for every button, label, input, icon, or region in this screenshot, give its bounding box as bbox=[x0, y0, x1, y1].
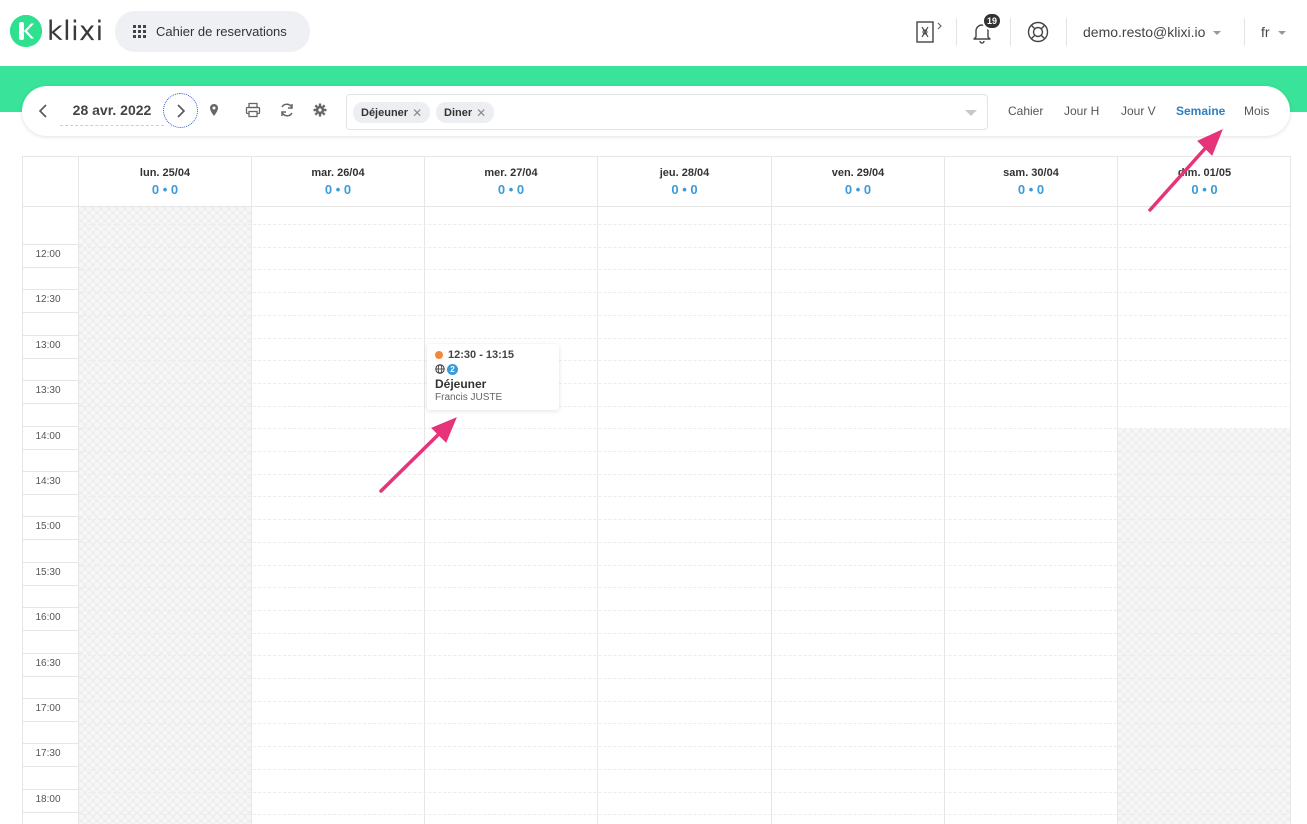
annotation-arrows bbox=[379, 129, 1223, 493]
